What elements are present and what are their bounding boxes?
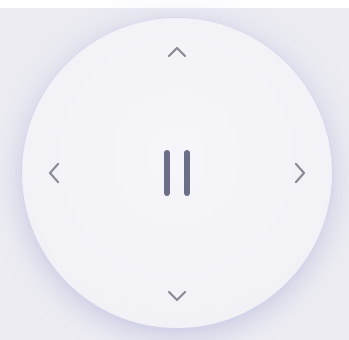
dpad-left-button[interactable] [34, 150, 74, 196]
remote-stage [0, 0, 349, 340]
chevron-up-icon [166, 45, 188, 59]
dpad-down-button[interactable] [154, 276, 200, 316]
top-edge [0, 0, 349, 8]
dpad-right-button[interactable] [280, 150, 320, 196]
chevron-down-icon [166, 289, 188, 303]
pause-button[interactable] [137, 133, 217, 213]
dpad-up-button[interactable] [154, 32, 200, 72]
chevron-left-icon [47, 161, 61, 185]
pause-icon [162, 149, 192, 197]
dpad [22, 18, 332, 328]
chevron-right-icon [293, 161, 307, 185]
